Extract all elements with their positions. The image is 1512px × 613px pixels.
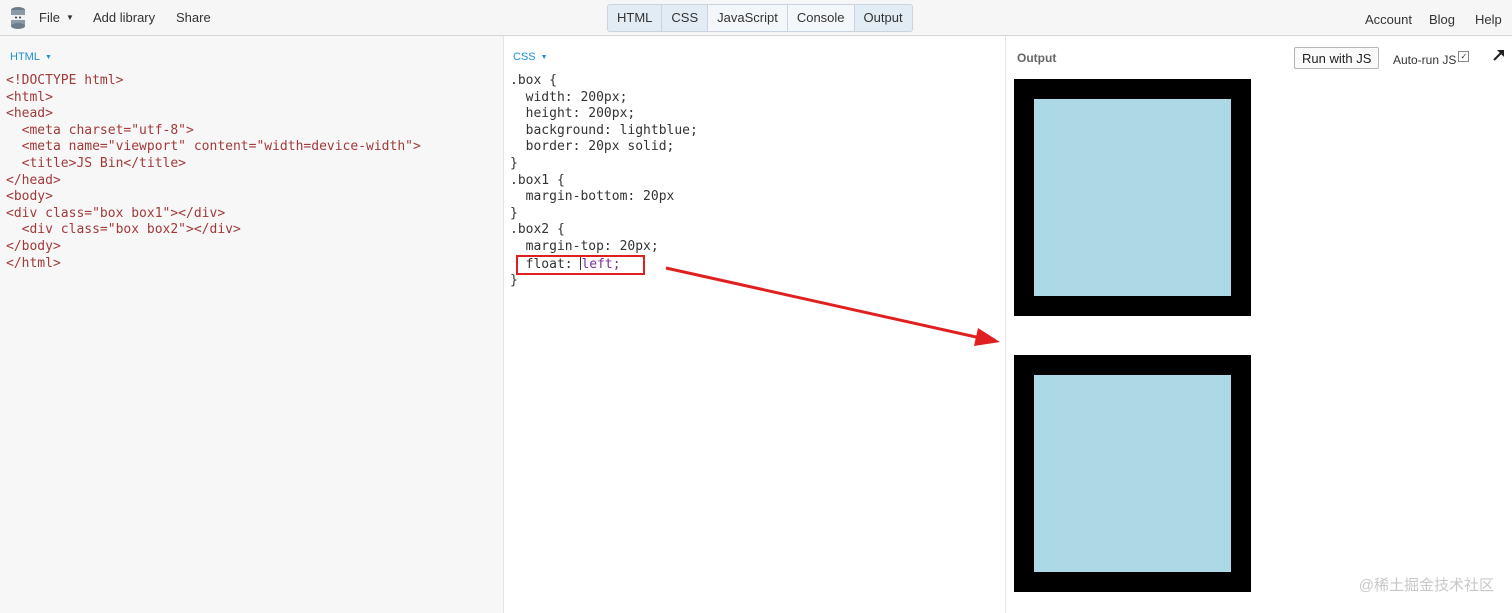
tab-console[interactable]: Console — [787, 5, 855, 31]
code-line: <div class="box box2"></div> — [6, 222, 241, 238]
account-link[interactable]: Account — [1365, 12, 1412, 27]
code-line: margin-bottom: 20px — [510, 189, 675, 205]
code-line: } — [510, 205, 518, 221]
code-line: border: 20px solid; — [510, 139, 675, 155]
code-line: margin-top: 20px; — [510, 238, 659, 254]
blog-link[interactable]: Blog — [1429, 12, 1455, 27]
code-line: width: 200px; — [510, 89, 628, 105]
code-line: background: lightblue; — [510, 122, 698, 138]
code-line: .box1 { — [510, 172, 565, 188]
run-with-js-button[interactable]: Run with JS — [1294, 47, 1380, 69]
code-line: <meta charset="utf-8"> — [6, 122, 194, 138]
output-box-2 — [1014, 355, 1251, 592]
tab-html[interactable]: HTML — [608, 5, 663, 31]
code-line: height: 200px; — [510, 106, 636, 122]
auto-run-js-label: Auto-run JS — [1393, 53, 1457, 67]
add-library-menu[interactable]: Add library — [93, 10, 155, 25]
help-link[interactable]: Help — [1475, 12, 1502, 27]
tab-javascript[interactable]: JavaScript — [708, 5, 788, 31]
auto-run-js-toggle[interactable]: Auto-run JS ✓ — [1393, 51, 1470, 67]
output-box-1 — [1014, 79, 1251, 316]
code-line: .box2 { — [510, 222, 565, 238]
output-panel-label: Output — [1017, 51, 1057, 65]
share-menu[interactable]: Share — [176, 10, 211, 25]
chevron-down-icon: ▼ — [65, 13, 74, 22]
chevron-down-icon: ▼ — [540, 54, 548, 61]
chevron-down-icon: ▼ — [44, 54, 52, 61]
code-line: <html> — [6, 89, 53, 105]
code-line: </head> — [6, 172, 61, 188]
annotation-highlight-box — [516, 255, 645, 275]
tab-output[interactable]: Output — [854, 5, 912, 31]
code-line: <title>JS Bin</title> — [6, 155, 187, 171]
tab-css[interactable]: CSS — [662, 5, 709, 31]
code-line: <div class="box box1"></div> — [6, 205, 226, 221]
output-box-1-fill — [1034, 99, 1231, 296]
code-line: <!DOCTYPE html> — [6, 73, 124, 88]
annotation-arrow-icon — [665, 266, 1000, 346]
watermark: @稀土掘金技术社区 — [1358, 577, 1494, 594]
code-line: <meta name="viewport" content="width=dev… — [6, 139, 421, 155]
css-panel-label-text: CSS — [513, 51, 536, 63]
html-panel-label[interactable]: HTML ▼ — [10, 51, 52, 63]
code-line: } — [510, 155, 518, 171]
code-line: <body> — [6, 189, 53, 205]
output-panel: Output Run with JS Auto-run JS ✓ — [1006, 36, 1512, 613]
file-menu[interactable]: File ▼ — [39, 10, 74, 25]
html-code-editor[interactable]: <!DOCTYPE html> <html> <head> <meta char… — [6, 73, 421, 272]
panel-tabs: HTML CSS JavaScript Console Output — [607, 4, 913, 32]
code-line: </html> — [6, 255, 61, 271]
file-menu-label: File — [39, 10, 60, 25]
code-line: .box { — [510, 73, 557, 88]
jsbin-logo-icon[interactable] — [9, 6, 27, 30]
output-box-2-fill — [1034, 375, 1231, 572]
code-line: </body> — [6, 238, 61, 254]
auto-run-checkbox[interactable]: ✓ — [1458, 51, 1470, 62]
html-panel[interactable]: HTML ▼ <!DOCTYPE html> <html> <head> <met… — [0, 36, 504, 613]
popout-arrow-icon[interactable] — [1492, 48, 1506, 62]
html-panel-label-text: HTML — [10, 51, 40, 63]
top-bar: File ▼ Add library Share HTML CSS JavaScr… — [0, 0, 1512, 36]
code-line: } — [510, 273, 518, 289]
css-panel-label[interactable]: CSS ▼ — [513, 51, 548, 63]
code-line: <head> — [6, 106, 53, 122]
